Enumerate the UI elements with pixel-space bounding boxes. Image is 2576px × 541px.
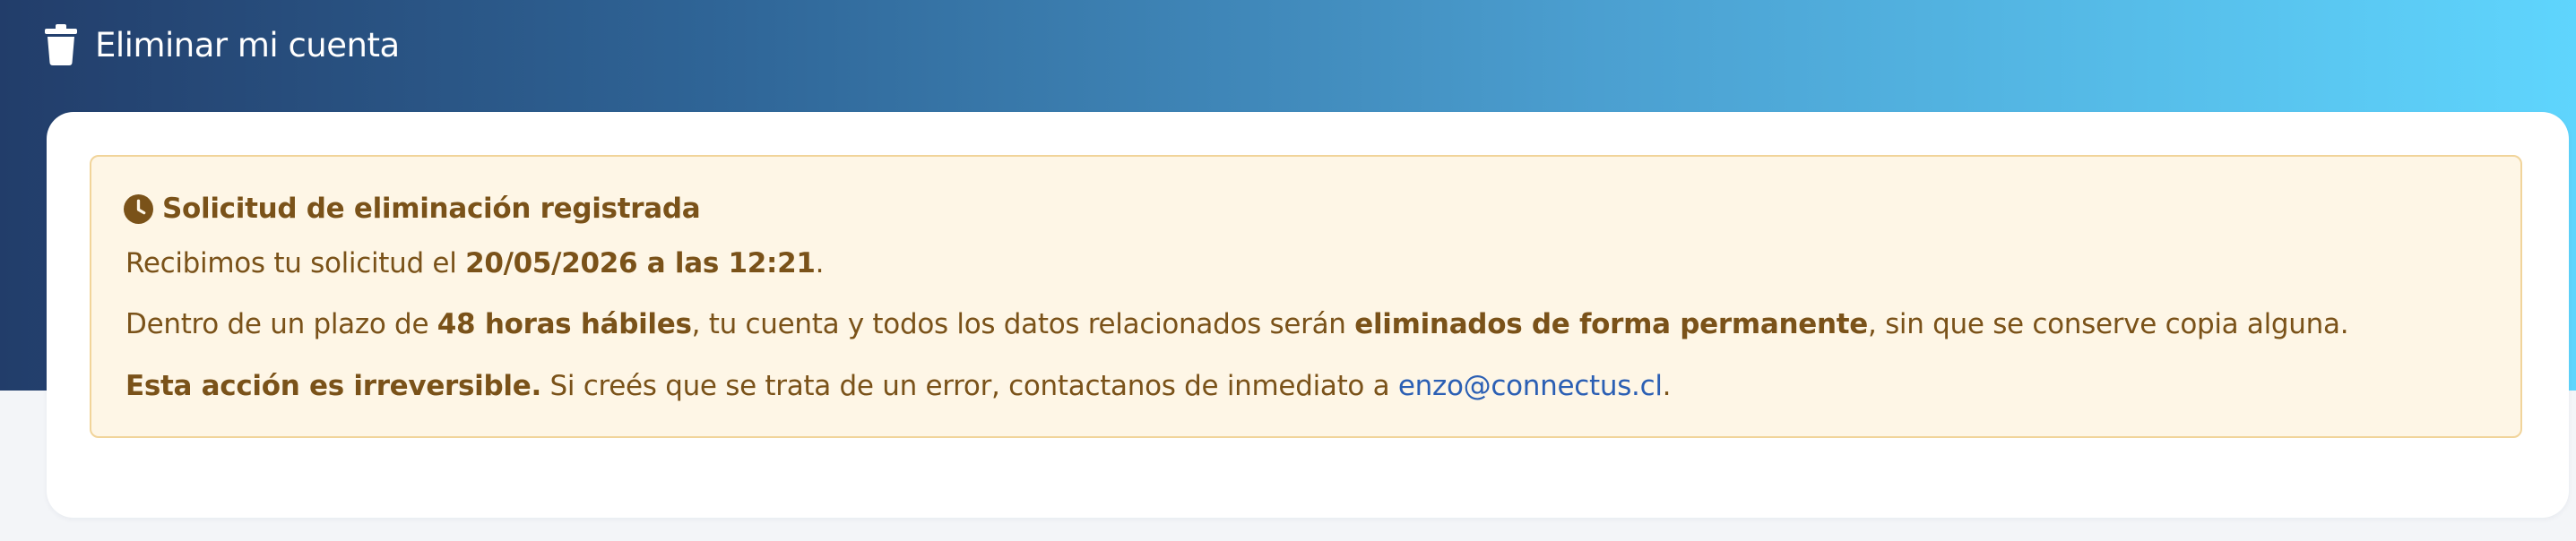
alert-heading: Solicitud de eliminación registrada: [124, 189, 701, 228]
page: Eliminar mi cuenta Solicitud de eliminac…: [0, 0, 2576, 541]
contact-suffix: .: [1662, 370, 1672, 402]
content-card: Solicitud de eliminación registrada Reci…: [47, 112, 2569, 518]
trash-icon: [45, 24, 77, 65]
request-suffix: .: [815, 247, 825, 279]
deadline-middle: , tu cuenta y todos los datos relacionad…: [691, 308, 1355, 340]
deadline-value: 48 horas hábiles: [437, 308, 692, 340]
contact-email-link[interactable]: enzo@connectus.cl: [1398, 370, 1663, 402]
request-date: 20/05/2026 a las 12:21: [465, 247, 816, 279]
irreversible-warning-text: Esta acción es irreversible. Si creés qu…: [125, 370, 1672, 402]
deletion-deadline-text: Dentro de un plazo de 48 horas hábiles, …: [125, 308, 2349, 340]
request-date-text: Recibimos tu solicitud el 20/05/2026 a l…: [125, 247, 825, 279]
irreversible-warning: Esta acción es irreversible.: [125, 370, 541, 402]
deadline-prefix: Dentro de un plazo de: [125, 308, 437, 340]
deadline-suffix: , sin que se conserve copia alguna.: [1867, 308, 2349, 340]
request-prefix: Recibimos tu solicitud el: [125, 247, 466, 279]
permanent-deletion-emphasis: eliminados de forma permanente: [1354, 308, 1868, 340]
clock-icon: [124, 193, 153, 224]
contact-text: Si creés que se trata de un error, conta…: [540, 370, 1398, 402]
page-title: Eliminar mi cuenta: [95, 25, 400, 64]
deletion-alert: Solicitud de eliminación registrada Reci…: [90, 155, 2522, 438]
alert-title: Solicitud de eliminación registrada: [162, 193, 701, 225]
page-header: Eliminar mi cuenta: [45, 21, 400, 68]
